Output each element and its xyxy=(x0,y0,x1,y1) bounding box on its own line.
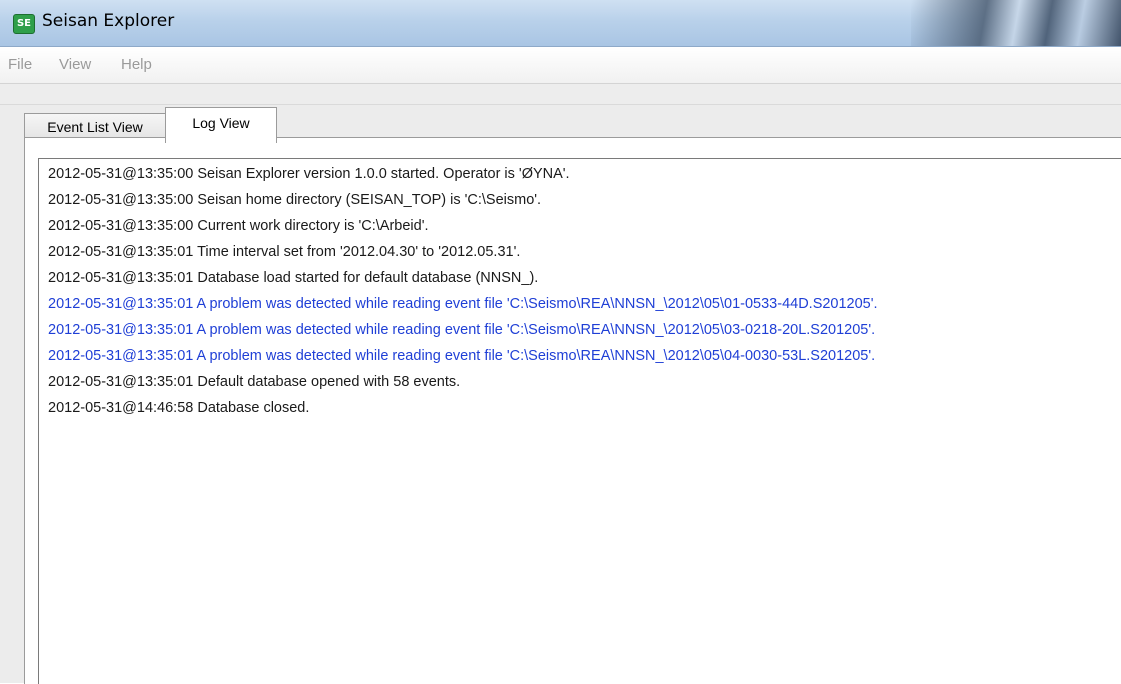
app-window: SE Seisan Explorer File View Help Event … xyxy=(0,0,1121,684)
log-line-warning: 2012-05-31@13:35:01 A problem was detect… xyxy=(48,296,878,312)
tab-log-view[interactable]: Log View xyxy=(165,107,277,143)
toolbar-strip xyxy=(0,84,1121,105)
log-line: 2012-05-31@13:35:01 Database load starte… xyxy=(48,270,539,286)
menu-bar: File View Help xyxy=(0,47,1121,84)
window-title: Seisan Explorer xyxy=(42,11,175,31)
log-line-warning: 2012-05-31@13:35:01 A problem was detect… xyxy=(48,348,876,364)
log-line: 2012-05-31@13:35:00 Current work directo… xyxy=(48,218,429,234)
log-text-area[interactable]: 2012-05-31@13:35:00 Seisan Explorer vers… xyxy=(38,158,1121,684)
menu-view[interactable]: View xyxy=(59,56,91,73)
log-line: 2012-05-31@13:35:01 Time interval set fr… xyxy=(48,244,521,260)
tab-bar: Event List View Log View xyxy=(0,105,1121,143)
log-line: 2012-05-31@13:35:00 Seisan Explorer vers… xyxy=(48,166,570,182)
menu-file[interactable]: File xyxy=(8,56,32,73)
menu-help[interactable]: Help xyxy=(121,56,152,73)
title-bar-decoration xyxy=(911,0,1121,46)
log-line-warning: 2012-05-31@13:35:01 A problem was detect… xyxy=(48,322,876,338)
app-icon: SE xyxy=(13,14,35,34)
log-line: 2012-05-31@14:46:58 Database closed. xyxy=(48,400,310,416)
log-line: 2012-05-31@13:35:01 Default database ope… xyxy=(48,374,461,390)
log-line: 2012-05-31@13:35:00 Seisan home director… xyxy=(48,192,542,208)
title-bar[interactable]: SE Seisan Explorer xyxy=(0,0,1121,47)
